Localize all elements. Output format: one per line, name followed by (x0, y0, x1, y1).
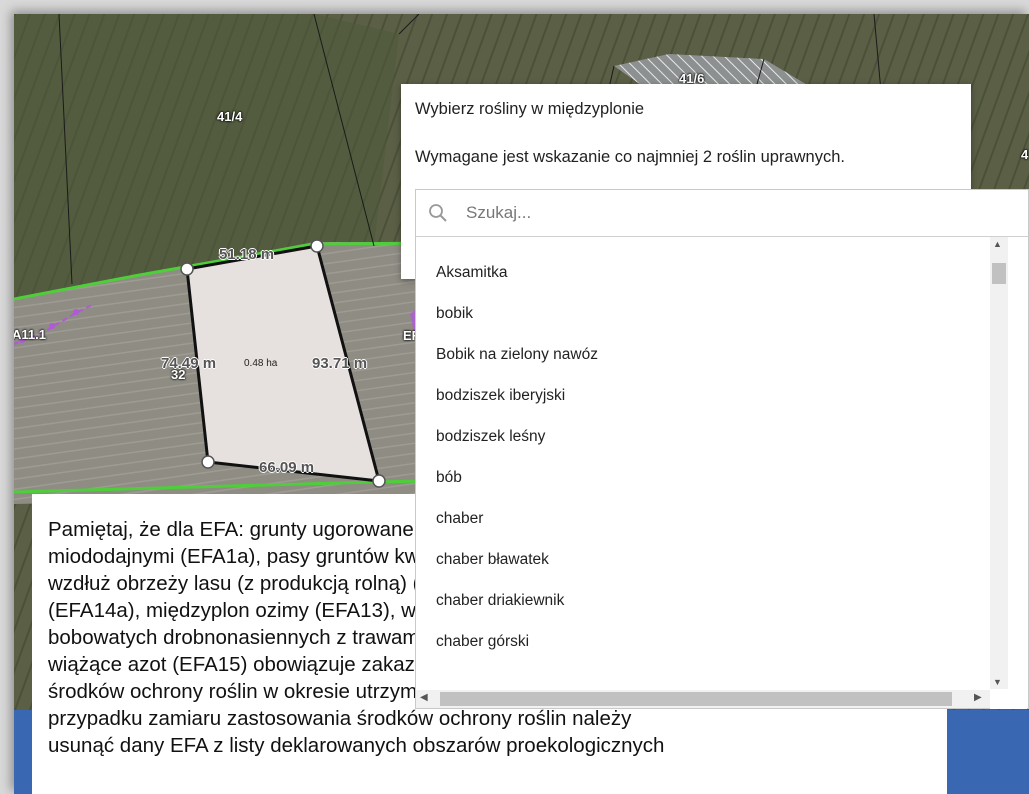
list-item[interactable]: bobik (436, 305, 473, 323)
map-viewport[interactable]: 41/4 41/6 4 A11.1 32 EF 51.18 m 74.49 m … (14, 14, 1029, 794)
search-input[interactable] (466, 198, 1006, 228)
plant-list[interactable]: Aksamitka bobik Bobik na zielony nawóz b… (416, 238, 988, 690)
area-measurement: 0.48 ha (244, 358, 278, 369)
edge-measurement-right: 93.71 m (312, 355, 368, 372)
popup-requirement-text: Wymagane jest wskazanie co najmniej 2 ro… (415, 148, 845, 166)
vertex-handle[interactable] (201, 455, 215, 469)
search-icon (429, 204, 447, 222)
scroll-left-icon[interactable]: ◀ (420, 692, 428, 703)
info-text-line: przypadku zamiaru zastosowania środków o… (48, 707, 632, 730)
plant-dropdown[interactable]: Aksamitka bobik Bobik na zielony nawóz b… (415, 189, 1029, 709)
horizontal-scroll-thumb[interactable] (440, 692, 952, 706)
horizontal-scrollbar[interactable]: ◀ ▶ (416, 690, 990, 708)
vertex-handle[interactable] (310, 239, 324, 253)
edge-measurement-left: 74.49 m (161, 355, 217, 372)
vertical-scrollbar[interactable]: ▲ ▼ (990, 237, 1027, 709)
vertex-handle[interactable] (372, 474, 386, 488)
line-label: A11.1 (14, 327, 46, 342)
parcel-label: 4 (1021, 147, 1029, 162)
vertical-scroll-thumb[interactable] (992, 263, 1006, 284)
scroll-up-icon[interactable]: ▲ (993, 239, 1002, 249)
list-item[interactable]: Aksamitka (436, 264, 508, 282)
parcel-label: 41/4 (217, 109, 243, 124)
list-item[interactable]: Bobik na zielony nawóz (436, 346, 598, 364)
edge-measurement-bottom: 66.09 m (259, 459, 315, 476)
scroll-down-icon[interactable]: ▼ (993, 677, 1002, 687)
info-text-line: usunąć dany EFA z listy deklarowanych ob… (48, 734, 665, 757)
vertical-scroll-track[interactable]: ▲ ▼ (990, 237, 1008, 689)
list-item[interactable]: bodziszek leśny (436, 428, 545, 446)
list-item[interactable]: chaber bławatek (436, 551, 549, 569)
list-item[interactable]: chaber (436, 510, 483, 528)
vertex-handle[interactable] (180, 262, 194, 276)
list-item[interactable]: chaber górski (436, 633, 529, 651)
popup-title: Wybierz rośliny w międzyplonie (415, 100, 645, 118)
edge-measurement-top: 51.18 m (219, 246, 275, 263)
list-item[interactable]: bodziszek iberyjski (436, 387, 565, 405)
scroll-right-icon[interactable]: ▶ (974, 692, 982, 703)
list-item[interactable]: bób (436, 469, 462, 487)
search-bar[interactable] (416, 190, 1028, 237)
list-item[interactable]: chaber driakiewnik (436, 592, 564, 610)
